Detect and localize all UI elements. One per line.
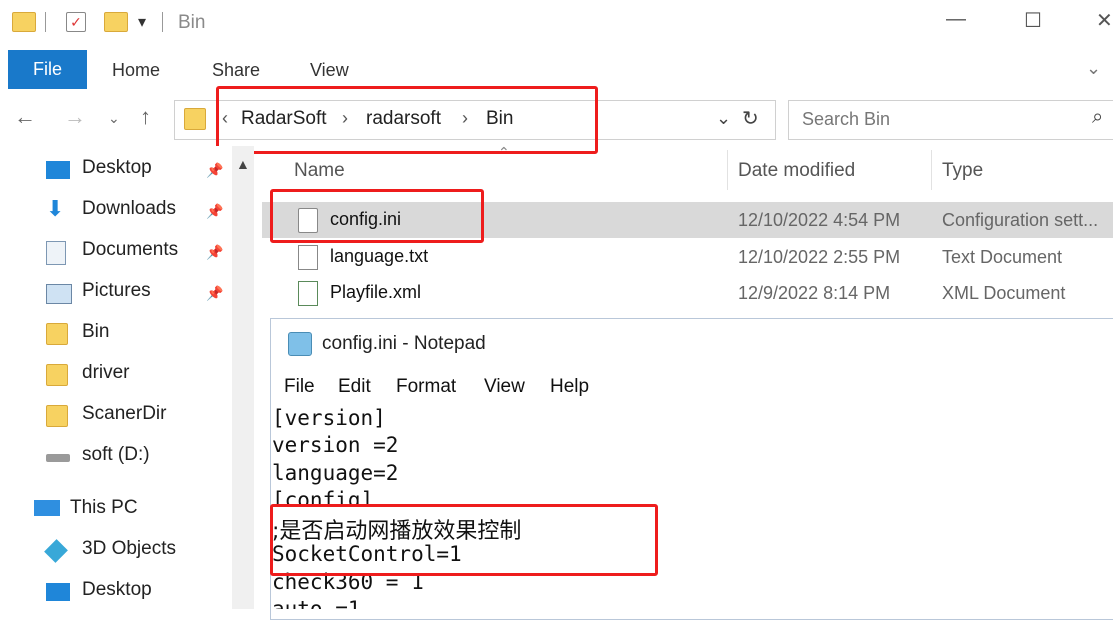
sidebar-item-soft-drive[interactable]: soft (D:)	[46, 440, 226, 474]
window-title: Bin	[178, 12, 206, 33]
menu-view[interactable]: View	[484, 376, 525, 398]
file-date: 12/9/2022 8:14 PM	[738, 283, 891, 303]
column-divider[interactable]	[931, 150, 932, 190]
search-icon[interactable]: ⌕	[1092, 106, 1103, 129]
pictures-icon	[46, 284, 72, 304]
file-row-playfile[interactable]: Playfile.xml 12/9/2022 8:14 PM XML Docum…	[262, 275, 1113, 311]
sidebar-item-label: driver	[82, 362, 130, 383]
ribbon-tabs	[0, 50, 1113, 90]
menu-help[interactable]: Help	[550, 376, 589, 398]
file-name: language.txt	[330, 246, 429, 266]
scroll-up-icon[interactable]: ▲	[236, 156, 250, 172]
cube-icon	[44, 539, 68, 563]
annotation-setting-highlight	[270, 504, 658, 576]
menu-format[interactable]: Format	[396, 376, 456, 398]
pin-icon[interactable]: 📌	[206, 244, 223, 261]
sidebar-scrollbar[interactable]	[232, 146, 254, 609]
sidebar-item-label: soft (D:)	[82, 444, 150, 465]
text-file-icon	[298, 245, 318, 270]
tab-home[interactable]: Home	[112, 60, 160, 81]
text-line[interactable]: version =2	[272, 433, 398, 457]
folder-icon	[46, 364, 68, 386]
file-date: 12/10/2022 4:54 PM	[738, 210, 901, 230]
sidebar-item-label: Bin	[82, 321, 110, 342]
sidebar-item-3d-objects[interactable]: 3D Objects	[44, 534, 226, 568]
sort-indicator-icon: ⌃	[498, 144, 510, 160]
computer-icon	[34, 500, 60, 516]
notepad-icon	[288, 332, 312, 356]
file-date: 12/10/2022 2:55 PM	[738, 247, 901, 267]
column-header-type[interactable]: Type	[942, 160, 983, 182]
column-header-date[interactable]: Date modified	[738, 160, 855, 182]
search-placeholder: Search Bin	[802, 109, 891, 129]
up-arrow-icon[interactable]: ↑	[140, 104, 151, 130]
sidebar-item-label: Pictures	[82, 280, 151, 301]
separator	[45, 12, 46, 32]
forward-arrow-icon[interactable]: →	[64, 104, 86, 130]
menu-file[interactable]: File	[284, 376, 315, 398]
pin-icon[interactable]: 📌	[206, 162, 223, 179]
sidebar-item-scanerdir[interactable]: ScanerDir	[46, 399, 226, 433]
sidebar-item-this-pc[interactable]: This PC	[34, 493, 214, 527]
pin-icon[interactable]: 📌	[206, 203, 223, 220]
folder-icon	[46, 405, 68, 427]
sidebar-item-downloads[interactable]: ⬇ Downloads	[46, 194, 226, 228]
annotation-file-highlight	[270, 189, 484, 243]
maximize-button[interactable]: ☐	[1024, 8, 1042, 33]
folder-icon[interactable]	[12, 12, 36, 32]
desktop-icon	[46, 161, 70, 179]
sidebar-item-label: Documents	[82, 239, 179, 260]
sidebar-item-desktop[interactable]: Desktop	[46, 153, 226, 187]
column-divider[interactable]	[727, 150, 728, 190]
menu-edit[interactable]: Edit	[338, 376, 371, 398]
sidebar-item-pictures[interactable]: Pictures	[46, 276, 226, 310]
notepad-title: config.ini - Notepad	[322, 333, 486, 354]
sidebar-item-label: Downloads	[82, 198, 176, 219]
back-arrow-icon[interactable]: ←	[14, 104, 36, 130]
sidebar-item-label: Desktop	[82, 579, 152, 600]
tab-view[interactable]: View	[310, 60, 349, 81]
sidebar-item-driver[interactable]: driver	[46, 358, 226, 392]
drive-icon	[46, 454, 70, 462]
file-type: Text Document	[942, 247, 1063, 267]
address-dropdown-icon[interactable]: ⌄	[716, 108, 731, 129]
customize-quick-access-icon[interactable]: ▾	[138, 12, 146, 32]
sidebar-item-bin[interactable]: Bin	[46, 317, 226, 351]
sidebar-item-desktop-2[interactable]: Desktop	[46, 575, 226, 609]
minimize-button[interactable]: —	[946, 8, 966, 31]
tab-file[interactable]: File	[8, 50, 87, 89]
text-line[interactable]: auto =1	[272, 597, 361, 609]
documents-icon	[46, 241, 66, 265]
properties-icon[interactable]: ✓	[66, 12, 86, 32]
recent-locations-icon[interactable]: ⌄	[108, 110, 120, 127]
separator	[162, 12, 163, 32]
text-line[interactable]: language=2	[272, 461, 398, 485]
text-line[interactable]: [version]	[272, 406, 386, 430]
sidebar-item-label: Desktop	[82, 157, 152, 178]
sidebar-item-documents[interactable]: Documents	[46, 235, 226, 269]
desktop-icon	[46, 583, 70, 601]
refresh-icon[interactable]: ↻	[742, 106, 759, 131]
folder-icon	[46, 323, 68, 345]
chevron-down-icon[interactable]: ⌄	[1086, 58, 1101, 79]
file-type: Configuration sett...	[942, 210, 1099, 230]
sidebar-item-label: ScanerDir	[82, 403, 167, 424]
download-icon: ⬇	[46, 196, 65, 221]
close-button[interactable]: ✕	[1096, 8, 1113, 33]
sidebar-item-label: This PC	[70, 497, 138, 518]
column-header-name[interactable]: Name	[294, 160, 345, 182]
folder-icon	[184, 108, 206, 130]
tab-share[interactable]: Share	[212, 60, 260, 81]
sidebar-item-label: 3D Objects	[82, 538, 176, 559]
file-name: Playfile.xml	[330, 282, 422, 302]
new-folder-icon[interactable]	[104, 12, 128, 32]
file-type: XML Document	[942, 283, 1066, 303]
pin-icon[interactable]: 📌	[206, 285, 223, 302]
file-row-language[interactable]: language.txt 12/10/2022 2:55 PM Text Doc…	[262, 239, 1113, 275]
xml-file-icon	[298, 281, 318, 306]
annotation-address-highlight	[216, 86, 598, 154]
